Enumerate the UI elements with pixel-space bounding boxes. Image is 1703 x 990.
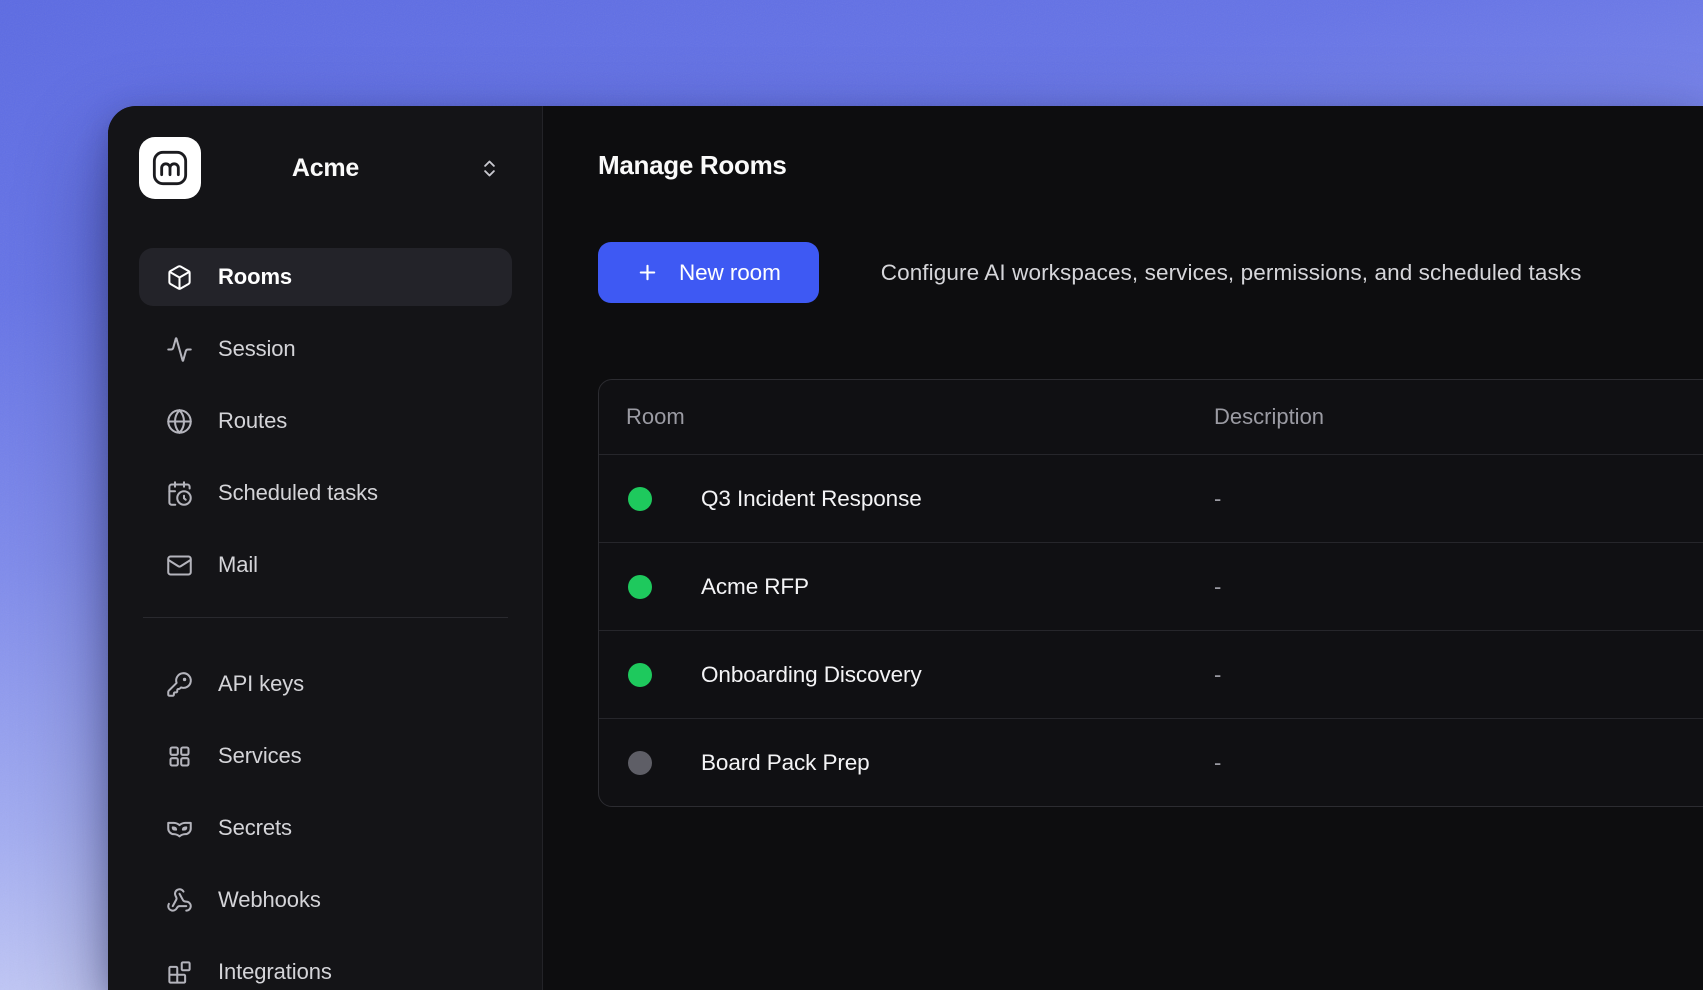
- sidebar-item-scheduled-tasks[interactable]: Scheduled tasks: [139, 464, 512, 522]
- sidebar-item-label: Routes: [218, 408, 288, 433]
- blocks-icon: [166, 959, 193, 986]
- page-title: Manage Rooms: [598, 150, 787, 180]
- table-row[interactable]: Acme RFP -: [599, 542, 1703, 630]
- key-icon: [166, 671, 193, 698]
- sidebar-item-secrets[interactable]: Secrets: [139, 799, 512, 857]
- room-description: -: [1214, 749, 1222, 775]
- room-name: Board Pack Prep: [701, 749, 870, 775]
- webhook-icon: [166, 887, 193, 914]
- app-logo: [139, 137, 201, 199]
- status-dot: [628, 574, 652, 599]
- room-cell: Q3 Incident Response: [599, 486, 1214, 512]
- table-header-row: Room Description: [599, 380, 1703, 454]
- sidebar-item-integrations[interactable]: Integrations: [139, 943, 512, 990]
- calendar-clock-icon: [166, 480, 193, 507]
- sidebar-item-label: Scheduled tasks: [218, 480, 378, 505]
- sidebar-item-mail[interactable]: Mail: [139, 536, 512, 594]
- room-name: Q3 Incident Response: [701, 485, 922, 511]
- new-room-button-label: New room: [679, 259, 781, 285]
- plus-icon: [636, 261, 659, 284]
- room-name: Onboarding Discovery: [701, 661, 922, 687]
- chevrons-up-down-icon: [483, 160, 495, 176]
- column-header-description: Description: [1214, 404, 1325, 429]
- sidebar-item-webhooks[interactable]: Webhooks: [139, 871, 512, 929]
- column-header-room: Room: [626, 404, 685, 429]
- status-dot: [628, 662, 652, 687]
- status-dot: [628, 750, 652, 775]
- mail-icon: [166, 552, 193, 579]
- sidebar-item-label: Integrations: [218, 959, 332, 984]
- rooms-table: Room Description Q3 Incident Response - …: [598, 379, 1703, 807]
- sidebar-item-rooms[interactable]: Rooms: [139, 248, 512, 306]
- sidebar-divider: [143, 617, 508, 618]
- sidebar-item-api-keys[interactable]: API keys: [139, 655, 512, 713]
- sidebar-item-label: Rooms: [218, 264, 293, 289]
- main-content: Manage Rooms New room Configure AI works…: [543, 106, 1703, 990]
- sidebar-item-label: Secrets: [218, 815, 292, 840]
- grid-icon: [166, 743, 193, 770]
- sidebar-item-label: Webhooks: [218, 887, 321, 912]
- table-row[interactable]: Q3 Incident Response -: [599, 454, 1703, 542]
- room-description: -: [1214, 485, 1222, 511]
- table-row[interactable]: Board Pack Prep -: [599, 718, 1703, 806]
- toolbar: New room Configure AI workspaces, servic…: [598, 242, 1703, 303]
- room-cell: Board Pack Prep: [599, 750, 1214, 776]
- workspace-header: Acme: [139, 137, 512, 199]
- globe-icon: [166, 408, 193, 435]
- room-cell: Acme RFP: [599, 574, 1214, 600]
- table-row[interactable]: Onboarding Discovery -: [599, 630, 1703, 718]
- m-logo-icon: [152, 150, 188, 186]
- room-description: -: [1214, 661, 1222, 687]
- sidebar-item-services[interactable]: Services: [139, 727, 512, 785]
- sidebar-item-routes[interactable]: Routes: [139, 392, 512, 450]
- page-subtitle: Configure AI workspaces, services, permi…: [880, 259, 1582, 285]
- activity-icon: [166, 336, 193, 363]
- room-name: Acme RFP: [701, 573, 809, 599]
- sidebar-item-session[interactable]: Session: [139, 320, 512, 378]
- room-cell: Onboarding Discovery: [599, 662, 1214, 688]
- sidebar-item-label: Session: [218, 336, 296, 361]
- mask-icon: [166, 815, 193, 842]
- sidebar-item-label: Services: [218, 743, 302, 768]
- workspace-switcher-button[interactable]: [472, 151, 506, 185]
- sidebar: Acme Rooms Session Routes Scheduled task…: [108, 106, 543, 990]
- sidebar-item-label: API keys: [218, 671, 305, 696]
- status-dot: [628, 486, 652, 511]
- sidebar-nav: Rooms Session Routes Scheduled tasks Mai…: [139, 248, 512, 990]
- new-room-button[interactable]: New room: [598, 242, 819, 303]
- sidebar-item-label: Mail: [218, 552, 258, 577]
- room-description: -: [1214, 573, 1222, 599]
- app-window: Acme Rooms Session Routes Scheduled task…: [108, 106, 1703, 990]
- box-icon: [166, 264, 193, 291]
